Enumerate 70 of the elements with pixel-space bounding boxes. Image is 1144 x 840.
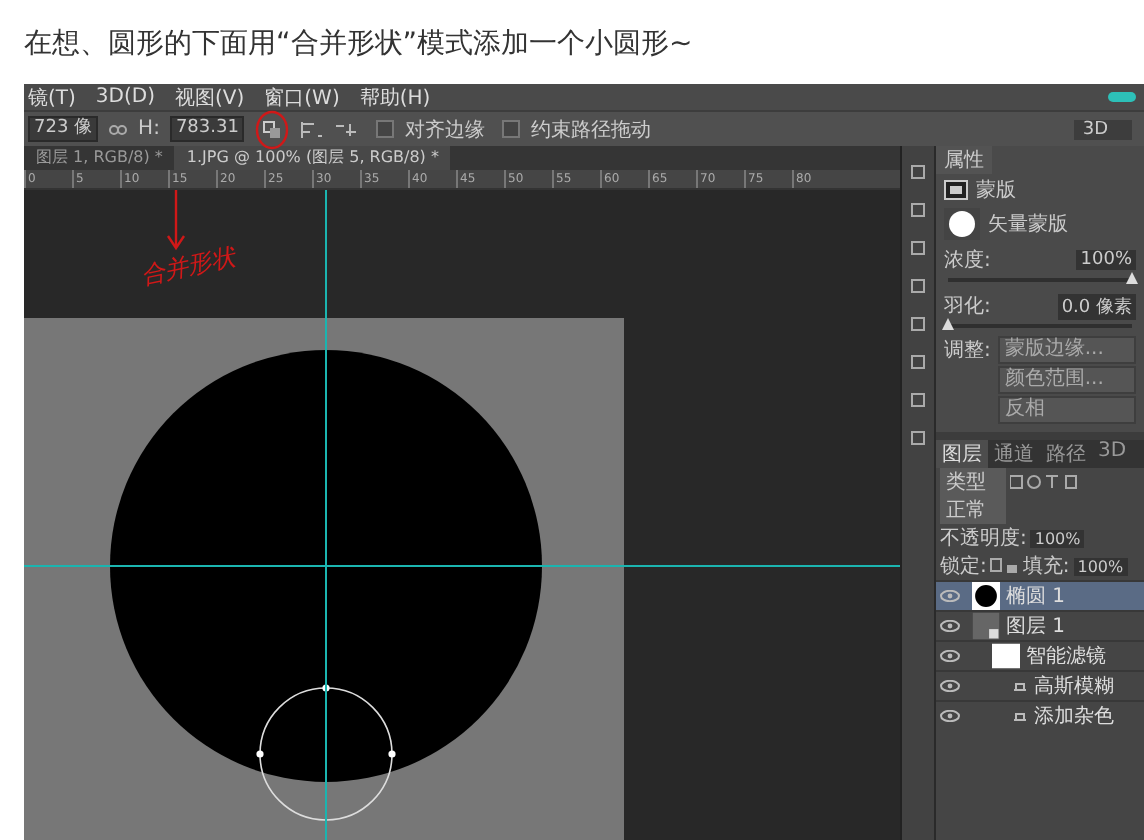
blend-mode-dropdown[interactable]: 正常 xyxy=(940,496,1006,524)
mask-thumbnail xyxy=(944,208,980,240)
arrange-icon[interactable] xyxy=(334,119,359,139)
panel-tab[interactable]: 属性 xyxy=(936,146,992,174)
filter-icons[interactable] xyxy=(1010,474,1078,490)
layer-row[interactable]: 图层 1 xyxy=(936,610,1144,640)
checkbox[interactable] xyxy=(376,120,395,138)
feather-label: 羽化: xyxy=(944,294,991,320)
link-icon[interactable] xyxy=(108,123,129,135)
eye-icon[interactable] xyxy=(940,648,960,664)
handwritten-annotation: 合并形状 xyxy=(137,240,239,294)
small-circle-path xyxy=(256,684,396,821)
combine-shapes-icon[interactable] xyxy=(262,119,283,139)
layer-name: 椭圆 1 xyxy=(1006,583,1066,610)
filter-mask-thumbnail xyxy=(992,642,1020,670)
menu-item[interactable]: 窗口(W) xyxy=(264,83,340,111)
mask-icon xyxy=(944,180,968,200)
eye-icon[interactable] xyxy=(940,678,960,694)
eye-icon[interactable] xyxy=(940,618,960,634)
layer-thumbnail xyxy=(972,612,1000,640)
workspace-dropdown[interactable]: 3D xyxy=(1074,119,1132,139)
fill-label: 填充: xyxy=(1022,553,1070,580)
highlight-circle xyxy=(254,109,291,149)
layer-name: 添加杂色 xyxy=(1034,703,1114,730)
layer-name: 高斯模糊 xyxy=(1034,673,1114,700)
slider-thumb[interactable] xyxy=(1126,272,1138,284)
opacity-label: 不透明度: xyxy=(940,525,1027,552)
filter-effect-icon[interactable] xyxy=(1012,708,1028,724)
menu-item[interactable]: 镜(T) xyxy=(28,83,76,111)
filter-effect-icon[interactable] xyxy=(1012,678,1028,694)
density-label: 浓度: xyxy=(944,247,991,274)
checkbox-label: 对齐边缘 xyxy=(404,117,485,143)
lock-icons[interactable] xyxy=(990,558,1019,574)
height-label: H: xyxy=(138,118,160,140)
panel-tab[interactable]: 通道 xyxy=(988,440,1040,468)
caption-text: 在想、圆形的下面用“合并形状”模式添加一个小圆形~ xyxy=(22,26,695,64)
opacity-field[interactable]: 100% xyxy=(1030,529,1085,547)
menu-item[interactable]: 视图(V) xyxy=(175,83,245,111)
filter-dropdown[interactable]: 类型 xyxy=(940,468,1006,496)
slider-thumb[interactable] xyxy=(942,318,954,330)
document-tab[interactable]: 图层 1, RGB/8) * xyxy=(24,146,175,170)
vector-mask-label: 矢量蒙版 xyxy=(988,211,1068,238)
height-field[interactable]: 783.31 xyxy=(169,116,245,142)
layer-row[interactable]: 高斯模糊 xyxy=(936,670,1144,700)
fill-field[interactable]: 100% xyxy=(1073,557,1128,575)
minimize-icon[interactable] xyxy=(1108,92,1136,102)
shape-thumbnail xyxy=(972,582,1000,610)
lock-label: 锁定: xyxy=(940,553,987,580)
width-field[interactable]: 723 像 xyxy=(28,116,99,142)
menu-item[interactable]: 3D(D) xyxy=(95,86,155,108)
panel-tab[interactable]: 3D xyxy=(1092,440,1133,468)
eye-icon[interactable] xyxy=(940,708,960,724)
menu-item[interactable]: 帮助(H) xyxy=(359,83,431,111)
layer-name: 图层 1 xyxy=(1006,614,1066,640)
adjust-label: 调整: xyxy=(944,338,991,366)
eye-icon[interactable] xyxy=(940,588,960,604)
feather-field[interactable]: 0.0 像素 xyxy=(1057,293,1136,319)
layer-row[interactable]: 智能滤镜 xyxy=(936,640,1144,670)
layer-row[interactable]: 添加杂色 xyxy=(936,700,1144,730)
layer-name: 智能滤镜 xyxy=(1026,643,1106,670)
align-icon[interactable] xyxy=(300,119,325,139)
annotation-arrow xyxy=(167,190,185,251)
density-field[interactable]: 100% xyxy=(1076,250,1136,270)
layer-row[interactable]: 椭圆 1 xyxy=(936,580,1144,610)
panel-tab[interactable]: 路径 xyxy=(1040,440,1092,468)
mask-label: 蒙版 xyxy=(976,177,1016,204)
panel-tab[interactable]: 图层 xyxy=(936,440,988,468)
document-tab[interactable]: 1.JPG @ 100% (图层 5, RGB/8) * xyxy=(174,146,451,170)
checkbox[interactable] xyxy=(502,120,521,138)
checkbox-label: 约束路径拖动 xyxy=(530,117,651,143)
